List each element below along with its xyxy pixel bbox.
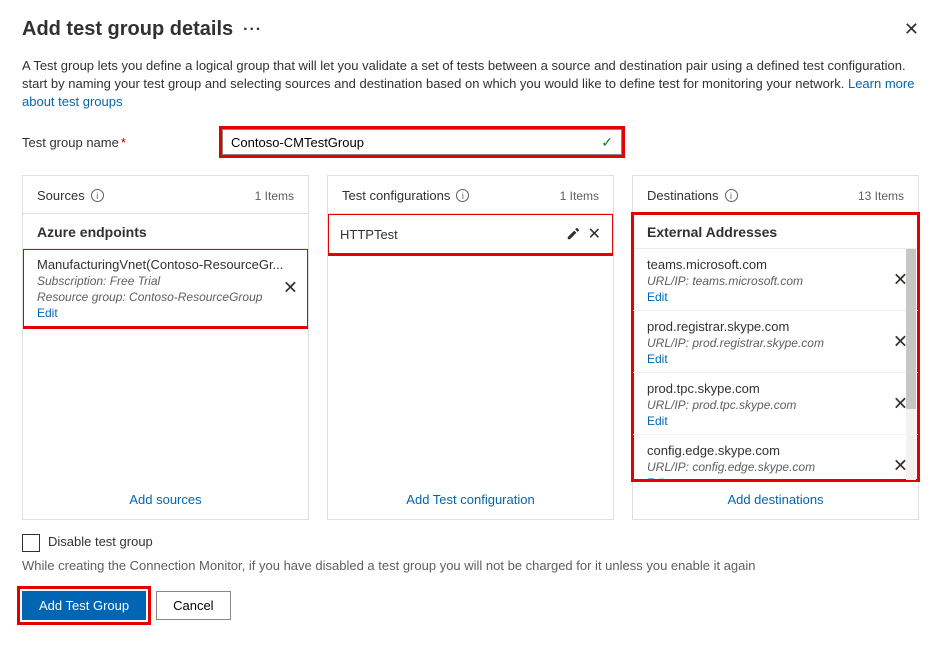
destination-url: URL/IP: config.edge.skype.com (647, 460, 904, 474)
disable-test-group-checkbox[interactable] (22, 534, 40, 552)
destination-name: prod.registrar.skype.com (647, 319, 904, 334)
disable-hint: While creating the Connection Monitor, i… (22, 558, 919, 573)
disable-label: Disable test group (48, 534, 153, 549)
test-group-name-label: Test group name* (22, 135, 222, 150)
info-icon[interactable]: i (91, 189, 104, 202)
source-item-subscription: Subscription: Free Trial (37, 274, 294, 288)
test-group-name-input-wrap: ✓ (222, 129, 622, 155)
close-icon[interactable]: ✕ (904, 19, 919, 40)
configs-count: 1 Items (560, 189, 599, 203)
config-name: HTTPTest (340, 227, 398, 242)
test-group-name-input[interactable] (231, 135, 601, 150)
more-icon[interactable]: ··· (243, 21, 262, 39)
configs-panel: Test configurations i 1 Items HTTPTest ✕… (327, 175, 614, 520)
destination-edit-link[interactable]: Edit (647, 414, 904, 428)
destination-item: teams.microsoft.com URL/IP: teams.micros… (633, 249, 918, 311)
destination-name: prod.tpc.skype.com (647, 381, 904, 396)
destinations-count: 13 Items (858, 189, 904, 203)
info-icon[interactable]: i (725, 189, 738, 202)
remove-source-icon[interactable]: ✕ (283, 277, 298, 298)
check-icon: ✓ (601, 134, 613, 151)
add-sources-link[interactable]: Add sources (129, 492, 201, 507)
sources-count: 1 Items (255, 189, 294, 203)
destination-url: URL/IP: prod.registrar.skype.com (647, 336, 904, 350)
source-item-rg: Resource group: Contoso-ResourceGroup (37, 290, 294, 304)
destination-url: URL/IP: teams.microsoft.com (647, 274, 904, 288)
sources-section-header: Azure endpoints (23, 214, 308, 249)
destination-item: prod.tpc.skype.com URL/IP: prod.tpc.skyp… (633, 373, 918, 435)
sources-title: Sources (37, 188, 85, 203)
destination-edit-link[interactable]: Edit (647, 290, 904, 304)
destinations-panel: Destinations i 13 Items External Address… (632, 175, 919, 520)
info-icon[interactable]: i (456, 189, 469, 202)
sources-panel: Sources i 1 Items Azure endpoints Manufa… (22, 175, 309, 520)
add-destinations-link[interactable]: Add destinations (727, 492, 823, 507)
source-edit-link[interactable]: Edit (37, 306, 294, 320)
scrollbar-thumb[interactable] (906, 249, 916, 409)
destination-name: teams.microsoft.com (647, 257, 904, 272)
config-item[interactable]: HTTPTest ✕ (328, 214, 613, 254)
page-title: Add test group details (22, 18, 233, 41)
configs-title: Test configurations (342, 188, 450, 203)
destination-item: prod.registrar.skype.com URL/IP: prod.re… (633, 311, 918, 373)
edit-icon[interactable] (566, 227, 580, 241)
destinations-title: Destinations (647, 188, 719, 203)
source-item-name: ManufacturingVnet(Contoso-ResourceGr... (37, 257, 294, 272)
remove-config-icon[interactable]: ✕ (588, 224, 601, 244)
description: A Test group lets you define a logical g… (22, 57, 919, 111)
cancel-button[interactable]: Cancel (156, 591, 230, 620)
destination-name: config.edge.skype.com (647, 443, 904, 458)
add-test-group-button[interactable]: Add Test Group (22, 591, 146, 620)
destinations-section-header: External Addresses (633, 214, 918, 249)
destination-edit-link[interactable]: Edit (647, 352, 904, 366)
destination-item: config.edge.skype.com URL/IP: config.edg… (633, 435, 918, 480)
source-item: ManufacturingVnet(Contoso-ResourceGr... … (23, 249, 308, 327)
add-config-link[interactable]: Add Test configuration (406, 492, 534, 507)
destination-edit-link[interactable]: Edit (647, 476, 904, 480)
destination-url: URL/IP: prod.tpc.skype.com (647, 398, 904, 412)
